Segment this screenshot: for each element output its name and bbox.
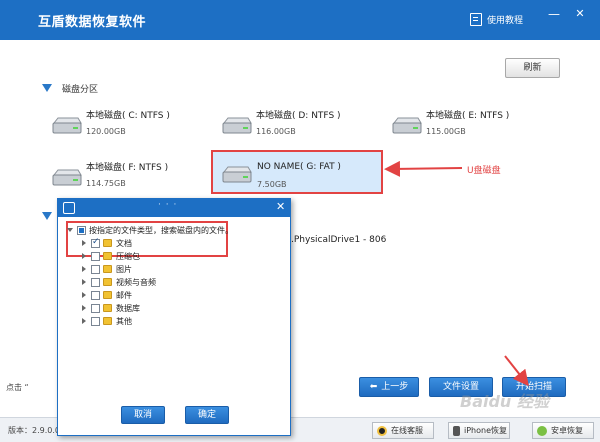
tree-item-archive[interactable]: 压缩包 <box>82 250 140 262</box>
hard-drive-icon <box>52 117 82 134</box>
tree-item-document[interactable]: 文档 <box>82 237 132 249</box>
tree-item-label: 数据库 <box>116 303 140 313</box>
item-checkbox[interactable] <box>91 316 100 326</box>
iphone-recovery-label: iPhone恢复 <box>464 426 508 435</box>
title-bar: 互盾数据恢复软件 使用教程 — ✕ <box>0 0 600 40</box>
item-checkbox[interactable] <box>91 264 100 274</box>
dialog-close-button[interactable]: ✕ <box>276 200 285 213</box>
tutorial-label: 使用教程 <box>487 15 524 26</box>
drive-name: 本地磁盘( C: NTFS ) <box>86 111 170 121</box>
section-disk-partition[interactable]: 磁盘分区 <box>42 81 98 95</box>
hard-drive-icon <box>392 117 422 134</box>
dialog-cancel-button[interactable]: 取消 <box>121 406 165 424</box>
phone-icon <box>453 425 460 436</box>
folder-icon <box>103 291 112 299</box>
dialog-title-bar: · · · ✕ <box>58 199 290 217</box>
drive-g-selected[interactable]: NO NAME( G: FAT ) 7.50GB <box>211 150 383 194</box>
tree-item-media[interactable]: 视频与音频 <box>82 276 156 288</box>
iphone-recovery-button[interactable]: iPhone恢复 <box>448 422 510 439</box>
item-checkbox[interactable] <box>91 277 100 287</box>
tree-root-label: 按指定的文件类型，搜索磁盘内的文件。 <box>89 225 233 235</box>
watermark: Baidu 经验 <box>460 392 549 411</box>
online-service-button[interactable]: 在线客服 <box>372 422 434 439</box>
item-checkbox[interactable] <box>91 237 100 248</box>
dialog-title: · · · <box>158 200 178 210</box>
dialog-ok-button[interactable]: 确定 <box>185 406 229 424</box>
hard-drive-icon <box>222 117 252 134</box>
app-logo-icon <box>63 202 75 214</box>
expand-icon[interactable] <box>82 253 86 259</box>
tree-item-label: 邮件 <box>116 290 132 300</box>
folder-icon <box>103 265 112 273</box>
folder-icon <box>103 304 112 312</box>
item-checkbox[interactable] <box>91 251 100 261</box>
folder-icon <box>103 239 112 247</box>
tree-item-other[interactable]: 其他 <box>82 315 132 327</box>
tree-item-label: 压缩包 <box>116 251 140 261</box>
drive-size: 116.00GB <box>256 127 296 136</box>
drive-size: 114.75GB <box>86 179 126 188</box>
android-recovery-button[interactable]: 安卓恢复 <box>532 422 594 439</box>
android-icon <box>537 425 547 436</box>
drive-size: 120.00GB <box>86 127 126 136</box>
item-checkbox[interactable] <box>91 303 100 313</box>
folder-icon <box>103 317 112 325</box>
folder-icon <box>103 278 112 286</box>
app-title: 互盾数据恢复软件 <box>38 15 147 30</box>
item-checkbox[interactable] <box>91 290 100 300</box>
drive-f[interactable]: 本地磁盘( F: NTFS ) 114.75GB <box>52 158 202 198</box>
drive-c[interactable]: 本地磁盘( C: NTFS ) 120.00GB <box>52 106 202 146</box>
folder-icon <box>103 252 112 260</box>
hard-drive-icon <box>52 169 82 186</box>
tree-item-email[interactable]: 邮件 <box>82 289 132 301</box>
back-arrow-icon: ⬅ <box>369 382 378 392</box>
hard-drive-icon <box>222 166 252 183</box>
drive-d[interactable]: 本地磁盘( D: NTFS ) 116.00GB <box>222 106 372 146</box>
expand-icon[interactable] <box>82 292 86 298</box>
u-disk-annotation: U盘磁盘 <box>467 166 501 176</box>
file-type-dialog: · · · ✕ 按指定的文件类型，搜索磁盘内的文件。 文档 压缩包 图片 视频与… <box>57 198 291 436</box>
drive-e[interactable]: 本地磁盘( E: NTFS ) 115.00GB <box>392 106 542 146</box>
drive-size: 7.50GB <box>257 180 287 189</box>
tree-item-image[interactable]: 图片 <box>82 263 132 275</box>
drive-name: 本地磁盘( D: NTFS ) <box>256 111 341 121</box>
tree-item-label: 图片 <box>116 264 132 274</box>
prev-step-label: 上一步 <box>381 382 409 392</box>
expand-icon[interactable] <box>67 228 73 232</box>
refresh-button[interactable]: 刷新 <box>505 58 560 78</box>
expand-icon[interactable] <box>82 266 86 272</box>
section-label: 磁盘分区 <box>62 84 99 95</box>
collapse-triangle-icon <box>42 212 52 220</box>
expand-icon[interactable] <box>82 305 86 311</box>
drive-size: 115.00GB <box>426 127 466 136</box>
prev-step-button[interactable]: ⬅ 上一步 <box>359 377 419 397</box>
tree-item-label: 视频与音频 <box>116 277 156 287</box>
close-button[interactable]: ✕ <box>572 6 588 22</box>
tree-item-database[interactable]: 数据库 <box>82 302 140 314</box>
expand-icon[interactable] <box>82 279 86 285</box>
collapse-triangle-icon <box>42 84 52 92</box>
online-service-label: 在线客服 <box>391 426 423 435</box>
minimize-button[interactable]: — <box>546 6 562 22</box>
bottom-hint: 点击 “ <box>6 383 29 392</box>
version-label: 版本：2.9.0.0 <box>8 426 60 435</box>
tree-root[interactable]: 按指定的文件类型，搜索磁盘内的文件。 <box>67 224 233 236</box>
book-icon <box>470 12 482 26</box>
tree-item-label: 文档 <box>116 238 132 248</box>
expand-icon[interactable] <box>82 318 86 324</box>
root-checkbox[interactable] <box>77 225 86 235</box>
physical-drive-label[interactable]: .PhysicalDrive1 - 806 <box>291 235 386 245</box>
android-recovery-label: 安卓恢复 <box>551 426 583 435</box>
tree-item-label: 其他 <box>116 316 132 326</box>
qq-icon <box>377 425 387 436</box>
drive-name: NO NAME( G: FAT ) <box>257 162 341 172</box>
drive-name: 本地磁盘( F: NTFS ) <box>86 163 169 173</box>
tutorial-button[interactable]: 使用教程 <box>470 10 523 28</box>
drive-name: 本地磁盘( E: NTFS ) <box>426 111 510 121</box>
expand-icon[interactable] <box>82 240 86 246</box>
